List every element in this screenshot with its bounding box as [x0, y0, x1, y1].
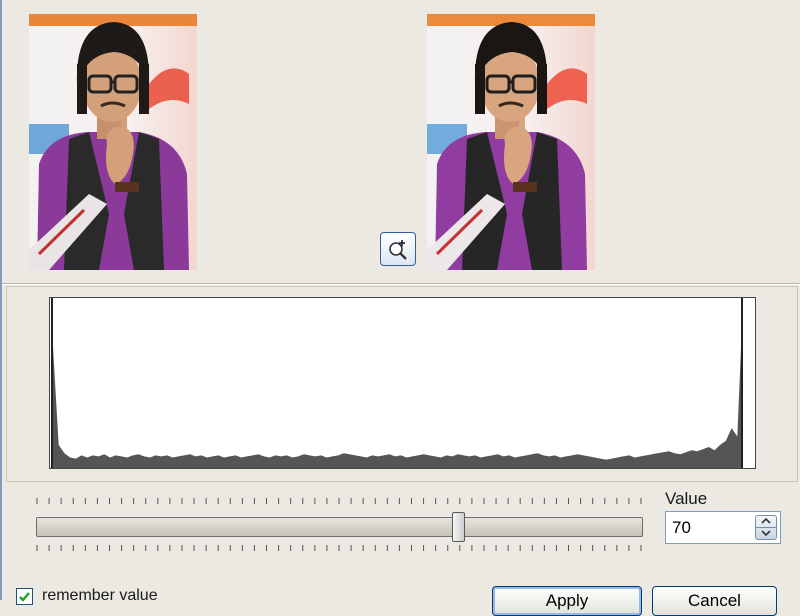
remember-value-option: remember value: [16, 586, 158, 606]
section-divider: [2, 283, 800, 285]
remember-value-checkbox[interactable]: [16, 587, 33, 605]
value-input[interactable]: [668, 514, 756, 541]
remember-value-label: remember value: [42, 587, 158, 604]
histogram: [49, 297, 756, 469]
after-preview-image: [427, 14, 595, 270]
chevron-down-icon: [761, 530, 771, 537]
adjust-dialog: Value remember value Apply Cancel: [0, 0, 800, 616]
apply-button[interactable]: Apply: [492, 586, 642, 616]
cancel-button[interactable]: Cancel: [652, 586, 777, 616]
slider-ticks-top: [36, 498, 642, 504]
value-field: [665, 511, 781, 544]
zoom-button[interactable]: [380, 232, 416, 266]
value-slider-thumb[interactable]: [451, 512, 465, 542]
value-slider-track[interactable]: [36, 517, 643, 537]
value-label: Value: [665, 489, 708, 508]
chevron-up-icon: [761, 518, 771, 524]
value-spinner: [755, 515, 777, 540]
histogram-graph: [51, 298, 743, 468]
spin-down-button[interactable]: [756, 528, 776, 540]
slider-ticks-bottom: [36, 545, 642, 551]
histogram-area: [53, 300, 743, 468]
zoom-in-icon: [389, 240, 407, 260]
checkmark-icon: [19, 591, 30, 602]
before-preview-image: [29, 14, 197, 270]
spin-up-button[interactable]: [756, 516, 776, 528]
